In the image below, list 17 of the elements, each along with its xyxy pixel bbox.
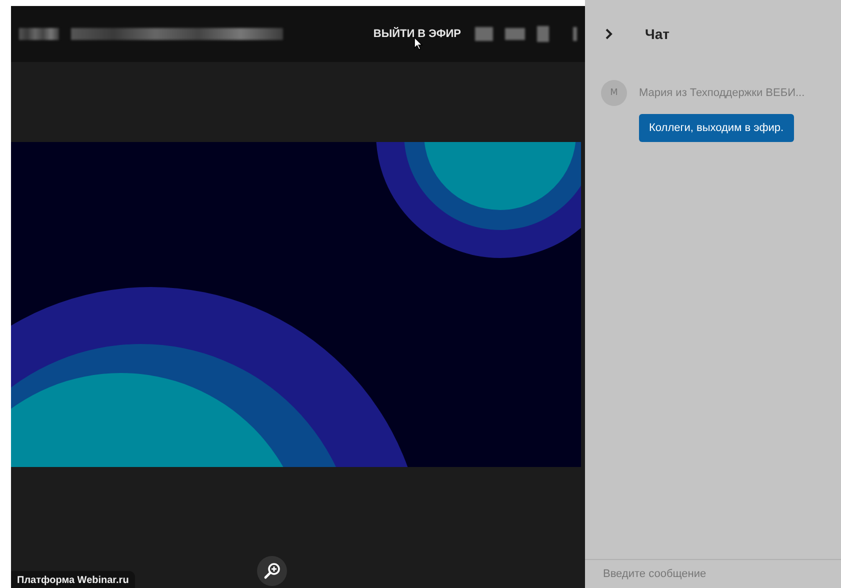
chat-title: Чат	[645, 26, 670, 42]
avatar: М	[601, 80, 627, 106]
pixelated-block	[537, 26, 549, 42]
pixelated-block	[475, 27, 493, 41]
chevron-right-icon	[605, 28, 613, 40]
message-input[interactable]: Введите сообщение	[585, 559, 841, 588]
pixelated-block	[573, 27, 577, 41]
message-bubble: Коллеги, выходим в эфир.	[639, 114, 794, 142]
collapse-button[interactable]	[605, 28, 613, 40]
message-author: Мария из Техподдержки ВЕБИ...	[639, 87, 806, 99]
pixelated-block	[19, 28, 59, 40]
zoom-in-icon	[262, 562, 281, 580]
go-live-button[interactable]: ВЫЙТИ В ЭФИР	[371, 24, 463, 44]
platform-label: Платформа Webinar.ru	[11, 571, 135, 588]
pixelated-block	[505, 28, 525, 40]
zoom-in-button[interactable]	[256, 556, 287, 586]
cursor-icon	[414, 37, 423, 50]
